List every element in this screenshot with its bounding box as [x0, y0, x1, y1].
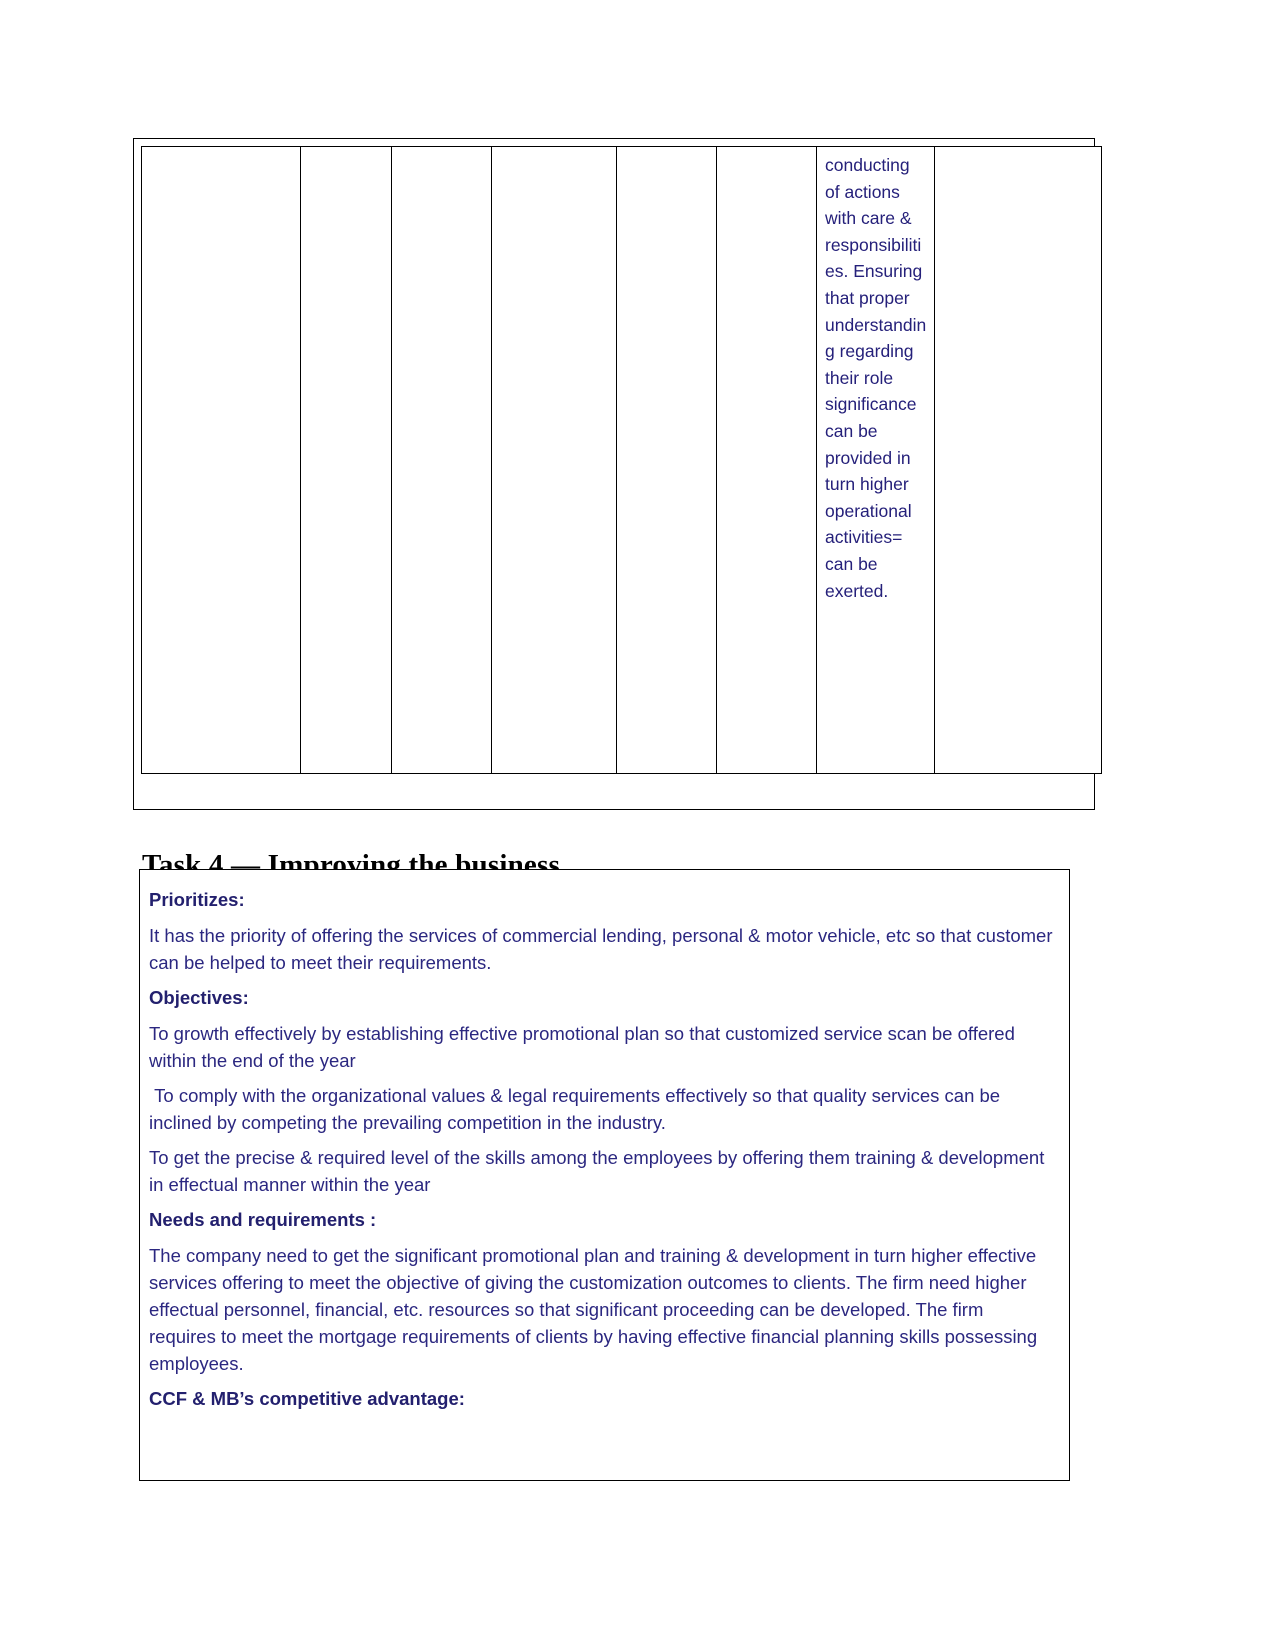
table-cell-4-text	[492, 147, 616, 157]
table-cell-3	[391, 146, 492, 774]
table-cell-4	[491, 146, 617, 774]
table-cell-5-text	[617, 147, 716, 157]
table-cell-2	[300, 146, 392, 774]
table-cell-6	[716, 146, 817, 774]
table-cell-7: conducting of actions with care & respon…	[816, 146, 935, 774]
paragraph-needs-and-requirements: The company need to get the significant …	[149, 1245, 1043, 1374]
document-page: conducting of actions with care & respon…	[0, 0, 1275, 1650]
table-cell-2-text	[301, 147, 391, 157]
table-cell-8-text	[935, 147, 1101, 157]
table-cell-1	[141, 146, 301, 774]
table-cell-3-text	[392, 147, 491, 157]
paragraph-prioritizes: It has the priority of offering the serv…	[149, 925, 1058, 973]
label-needs-and-requirements: Needs and requirements :	[149, 1209, 377, 1230]
table-cell-8	[934, 146, 1102, 774]
paragraph-objective-3: To get the precise & required level of t…	[149, 1147, 1050, 1195]
continuation-table: conducting of actions with care & respon…	[141, 146, 1102, 774]
label-prioritizes: Prioritizes:	[149, 889, 245, 910]
task4-content-box: Prioritizes: It has the priority of offe…	[139, 869, 1070, 1481]
table-cell-7-text: conducting of actions with care & respon…	[825, 155, 928, 601]
label-competitive-advantage: CCF & MB’s competitive advantage:	[149, 1388, 465, 1409]
table-cell-5	[616, 146, 717, 774]
table-cell-6-text	[717, 147, 816, 157]
paragraph-objective-1: To growth effectively by establishing ef…	[149, 1023, 1021, 1071]
table-row: conducting of actions with care & respon…	[141, 146, 1102, 774]
table-cell-1-text	[142, 147, 300, 157]
paragraph-objective-2: To comply with the organizational values…	[149, 1085, 1006, 1133]
label-objectives: Objectives:	[149, 987, 249, 1008]
